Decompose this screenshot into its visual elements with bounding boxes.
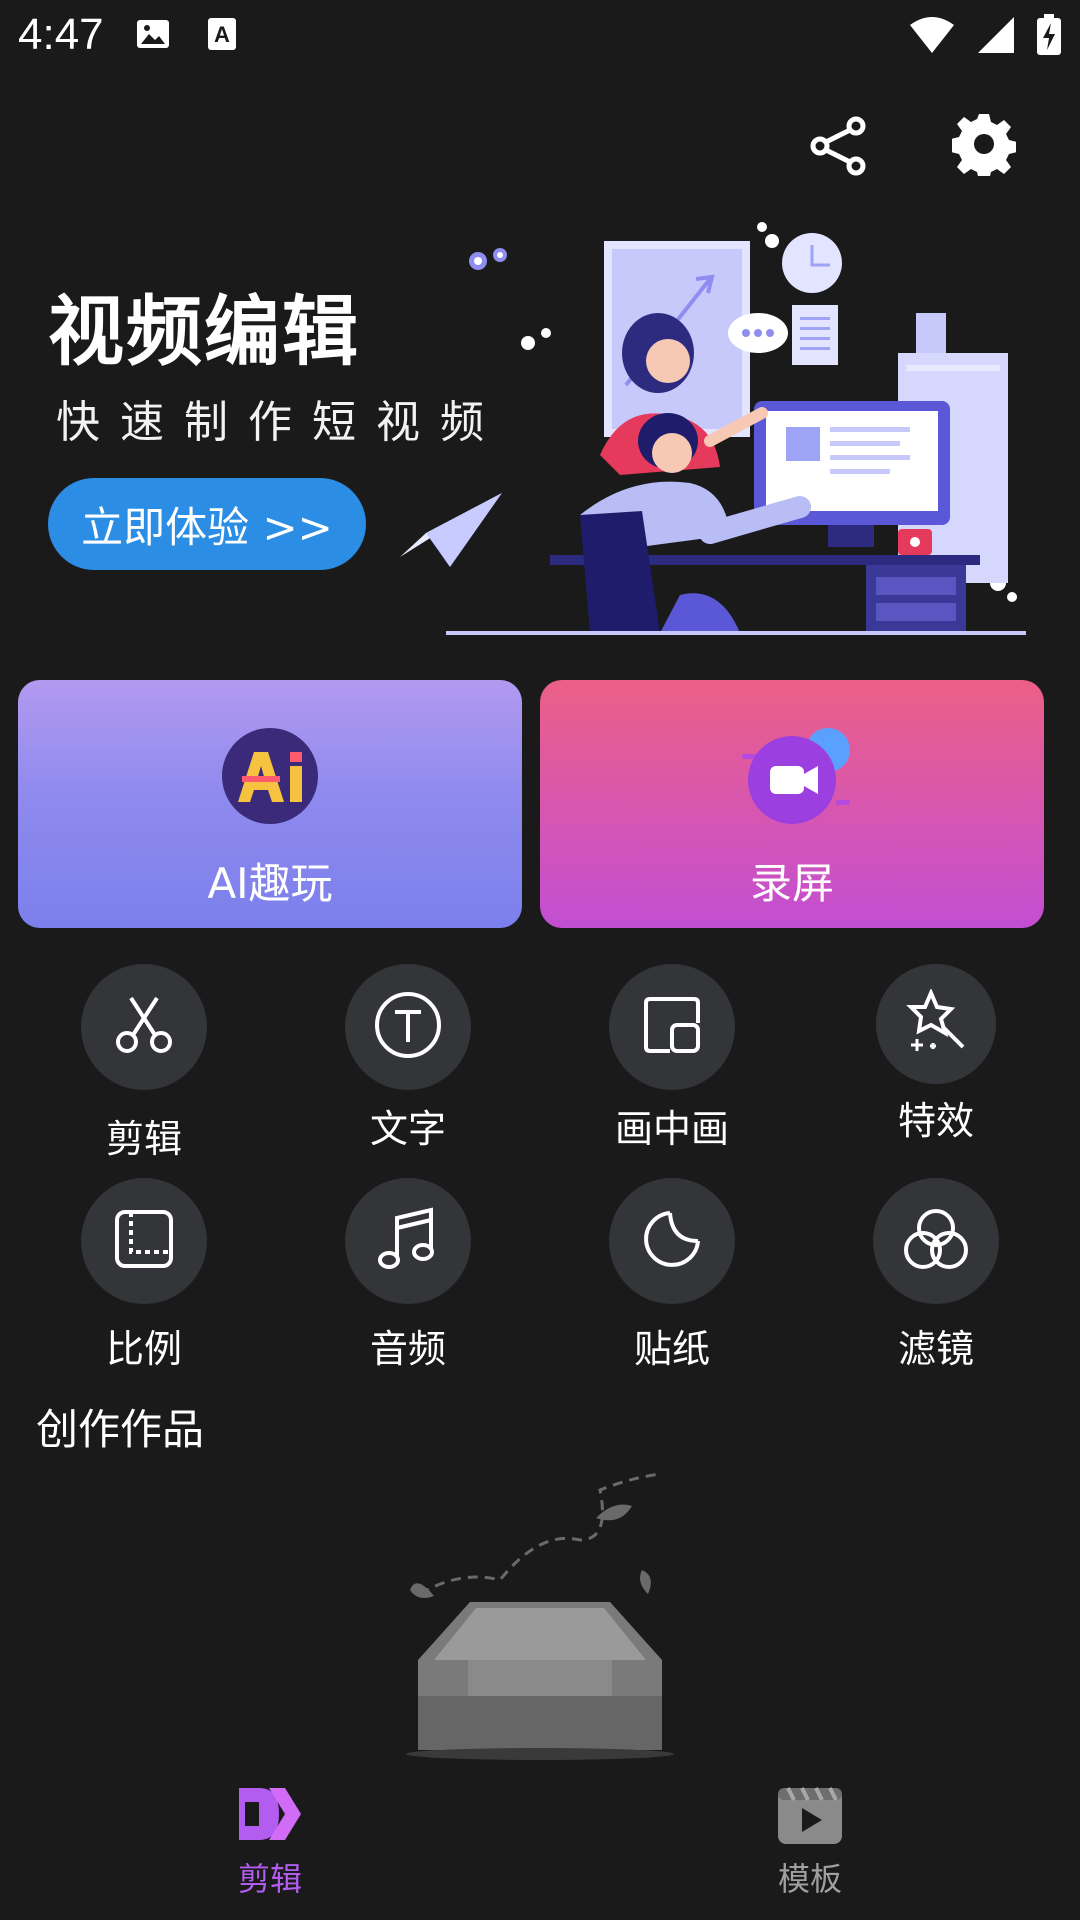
- tool-audio[interactable]: 音频: [308, 1178, 508, 1373]
- tool-label: 剪辑: [105, 1117, 182, 1161]
- tool-filter[interactable]: 滤镜: [836, 1178, 1036, 1373]
- aspect-ratio-icon: [113, 1208, 175, 1274]
- tool-label: 特效: [897, 1099, 974, 1143]
- status-time: 4:47: [18, 10, 104, 59]
- gear-icon: [951, 112, 1017, 180]
- hero-illustration: [390, 215, 1030, 635]
- sparkle-icon: [903, 987, 969, 1059]
- filter-icon: [901, 1206, 971, 1276]
- pip-icon: [640, 993, 704, 1061]
- status-right-icons: [908, 14, 1062, 60]
- tool-sticker[interactable]: 贴纸: [572, 1178, 772, 1373]
- editor-logo-icon: [170, 1784, 370, 1848]
- wifi-icon: [908, 15, 956, 59]
- screen-record-card[interactable]: 录屏: [540, 680, 1044, 928]
- nav-template[interactable]: 模板: [710, 1784, 910, 1900]
- tool-text[interactable]: 文字: [308, 964, 508, 1153]
- keyboard-a-icon: A: [207, 16, 237, 56]
- try-now-button[interactable]: 立即体验 >>: [48, 478, 366, 570]
- image-icon: [135, 16, 171, 56]
- works-section-title: 创作作品: [36, 1405, 205, 1454]
- music-note-icon: [377, 1206, 439, 1276]
- tool-label: 滤镜: [897, 1327, 974, 1371]
- tool-label: 画中画: [614, 1107, 729, 1151]
- status-left-icons: A: [135, 16, 237, 56]
- sticker-icon: [640, 1207, 704, 1275]
- ai-play-label: AI趣玩: [207, 859, 333, 908]
- paper-plane-icon: [400, 493, 502, 567]
- share-button[interactable]: [800, 108, 880, 188]
- text-icon: [373, 990, 443, 1064]
- nav-edit[interactable]: 剪辑: [170, 1784, 370, 1900]
- tool-ratio[interactable]: 比例: [44, 1178, 244, 1373]
- share-icon: [808, 114, 872, 182]
- tool-effects[interactable]: 特效: [836, 964, 1036, 1145]
- ai-icon: [222, 728, 318, 824]
- settings-button[interactable]: [944, 106, 1024, 186]
- tool-label: 贴纸: [633, 1327, 710, 1371]
- screen-record-label: 录屏: [749, 859, 834, 908]
- tool-label: 文字: [369, 1107, 446, 1151]
- signal-icon: [976, 15, 1016, 59]
- tool-cut[interactable]: 剪辑: [44, 964, 244, 1163]
- template-icon: [710, 1784, 910, 1848]
- tool-pip[interactable]: 画中画: [572, 964, 772, 1153]
- scissors-icon: [113, 994, 175, 1060]
- hero-title: 视频编辑: [48, 287, 360, 376]
- tool-label: 比例: [105, 1327, 182, 1371]
- camera-icon: [742, 728, 852, 828]
- nav-label: 模板: [777, 1860, 842, 1898]
- battery-charging-icon: [1036, 14, 1062, 60]
- ai-play-card[interactable]: AI趣玩: [18, 680, 522, 928]
- tool-label: 音频: [369, 1327, 446, 1371]
- svg-text:A: A: [214, 22, 230, 47]
- empty-tray-icon: [400, 1470, 680, 1760]
- nav-label: 剪辑: [237, 1860, 302, 1898]
